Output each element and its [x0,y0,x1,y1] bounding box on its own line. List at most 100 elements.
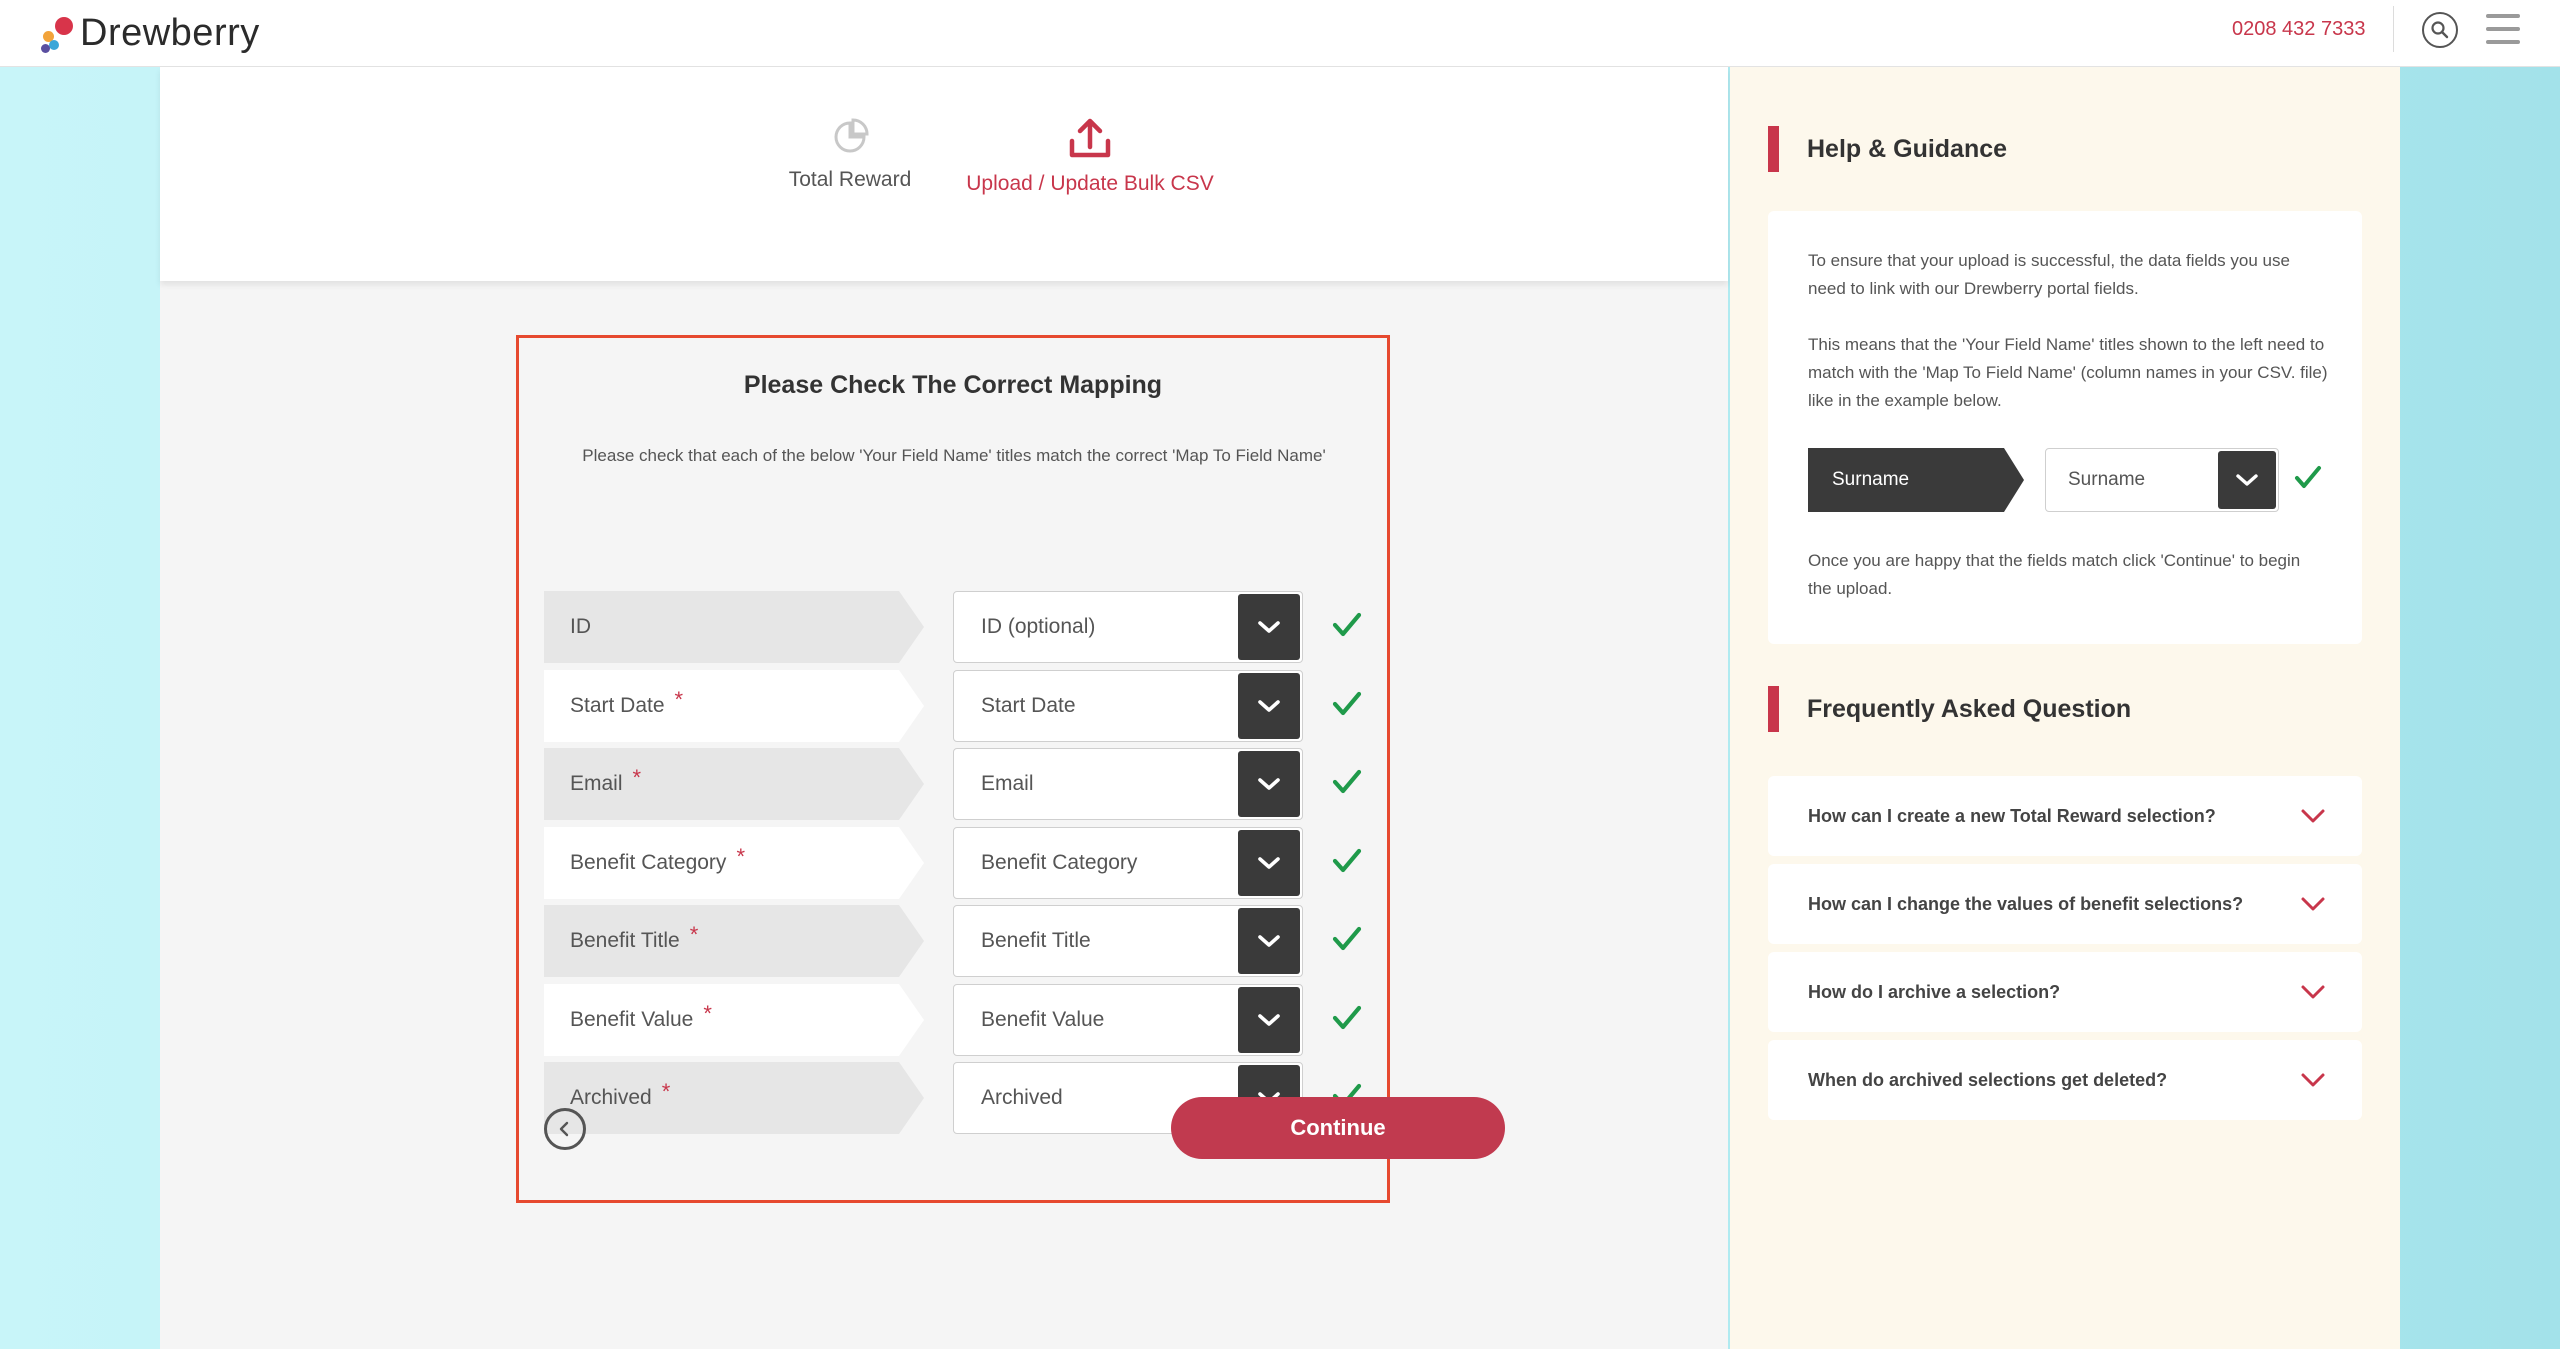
faq-title: Frequently Asked Question [1807,694,2132,723]
tab-label: Total Reward [788,168,912,191]
required-marker: * [661,1079,671,1104]
tab-upload-bulk-csv[interactable]: Upload / Update Bulk CSV [900,117,1280,197]
chevron-down-icon[interactable] [1238,751,1300,817]
field-name-text: Benefit Category [570,851,727,874]
faq-heading: Frequently Asked Question [1768,686,2131,732]
help-card: To ensure that your upload is successful… [1768,211,2362,644]
phone-link[interactable]: 0208 432 7333 [2232,16,2365,42]
search-icon [2431,21,2449,39]
heading-accent-bar [1768,126,1779,172]
chevron-down-icon[interactable] [1238,908,1300,974]
checkmark-icon [2295,466,2321,488]
example-field-label: Surname [1808,448,2024,512]
header-divider [2393,6,2394,52]
hamburger-menu-icon[interactable] [2486,14,2520,44]
map-to-field-select[interactable]: Benefit Title [953,905,1303,977]
chevron-down-icon[interactable] [1238,594,1300,660]
help-sidebar: Help & Guidance To ensure that your uplo… [1730,67,2400,1349]
chevron-down-icon[interactable] [2300,804,2326,828]
field-name-text: Benefit Title [570,929,680,952]
heading-accent-bar [1768,686,1779,732]
field-name-text: Benefit Value [570,1008,694,1031]
field-name-text: Email [570,772,623,795]
brand-name: Drewberry [80,11,260,54]
pie-chart-icon [834,118,869,153]
mapping-card: Please Check The Correct Mapping Please … [516,335,1505,1203]
your-field-name: Benefit Title * [544,905,924,977]
checkmark-icon [1332,926,1362,951]
help-heading: Help & Guidance [1768,126,2007,172]
select-value: Benefit Value [981,1008,1105,1031]
mapping-row: Start Date * Start Date [544,670,1364,742]
back-button[interactable] [544,1108,586,1150]
checkmark-icon [1332,848,1362,873]
required-marker: * [736,844,745,869]
checkmark-icon [1332,612,1362,637]
required-marker: * [703,1001,712,1026]
checkmark-icon [1332,1005,1362,1030]
required-marker: * [674,687,684,712]
top-header: Drewberry 0208 432 7333 [0,0,2560,67]
field-name-text: ID [570,615,591,638]
brand-logo[interactable]: Drewberry [40,8,260,58]
mapping-row: Benefit Value * Benefit Value [544,984,1364,1056]
map-to-field-select[interactable]: Email [953,748,1303,820]
chevron-down-icon [2218,451,2276,509]
map-to-field-select[interactable]: Benefit Value [953,984,1303,1056]
required-marker: * [632,765,642,790]
upload-icon [1069,118,1111,158]
select-value: ID (optional) [981,615,1096,638]
logo-mark-icon [40,15,74,53]
select-value: Email [981,772,1034,795]
chevron-down-icon[interactable] [1238,673,1300,739]
mapping-row: Benefit Category * Benefit Category [544,827,1364,899]
example-select-value: Surname [2068,469,2146,490]
faq-item[interactable]: How can I create a new Total Reward sele… [1768,776,2362,856]
tabs-card: Total Reward Upload / Update Bulk CSV [160,67,1728,281]
mapping-row: Benefit Title * Benefit Title [544,905,1364,977]
mapping-description: Please check that each of the below 'You… [582,446,1326,465]
main-content: Total Reward Upload / Update Bulk CSV Pl… [160,67,1728,1349]
map-to-field-select[interactable]: Benefit Category [953,827,1303,899]
your-field-name: ID [544,591,924,663]
example-select: Surname [2045,448,2279,512]
chevron-down-icon[interactable] [1238,830,1300,896]
checkmark-icon [1332,691,1362,716]
chevron-left-icon [559,1121,569,1137]
mapping-title: Please Check The Correct Mapping [743,371,1163,399]
mapping-row: ID ID (optional) [544,591,1364,663]
help-paragraph-1: To ensure that your upload is successful… [1808,251,2290,298]
tab-label: Upload / Update Bulk CSV [966,172,1214,195]
faq-question: How do I archive a selection? [1808,981,2061,1002]
chevron-down-icon[interactable] [2300,892,2326,916]
search-button[interactable] [2422,12,2458,48]
select-value: Archived [981,1086,1063,1109]
chevron-down-icon[interactable] [2300,980,2326,1004]
field-name-text: Start Date [570,694,665,717]
your-field-name: Archived * [544,1062,924,1134]
faq-question: How can I change the values of benefit s… [1808,893,2244,914]
required-marker: * [689,922,699,947]
select-value: Benefit Category [981,851,1138,874]
faq-question: How can I create a new Total Reward sele… [1808,805,2216,826]
checkmark-icon [1332,769,1362,794]
faq-item[interactable]: How can I change the values of benefit s… [1768,864,2362,944]
faq-item[interactable]: How do I archive a selection? [1768,952,2362,1032]
map-to-field-select[interactable]: Start Date [953,670,1303,742]
help-paragraph-3: Once you are happy that the fields match… [1808,551,2301,598]
help-paragraph-2: This means that the 'Your Field Name' ti… [1808,335,2328,410]
map-to-field-select[interactable]: ID (optional) [953,591,1303,663]
your-field-name: Start Date * [544,670,924,742]
faq-question: When do archived selections get deleted? [1808,1069,2168,1090]
select-value: Benefit Title [981,929,1091,952]
faq-item[interactable]: When do archived selections get deleted? [1768,1040,2362,1120]
chevron-down-icon[interactable] [2300,1068,2326,1092]
continue-button[interactable]: Continue [1171,1097,1505,1159]
your-field-name: Email * [544,748,924,820]
mapping-row: Email * Email [544,748,1364,820]
select-value: Start Date [981,694,1076,717]
your-field-name: Benefit Category * [544,827,924,899]
field-name-text: Archived [570,1086,652,1109]
chevron-down-icon[interactable] [1238,987,1300,1053]
help-title: Help & Guidance [1807,134,2008,163]
